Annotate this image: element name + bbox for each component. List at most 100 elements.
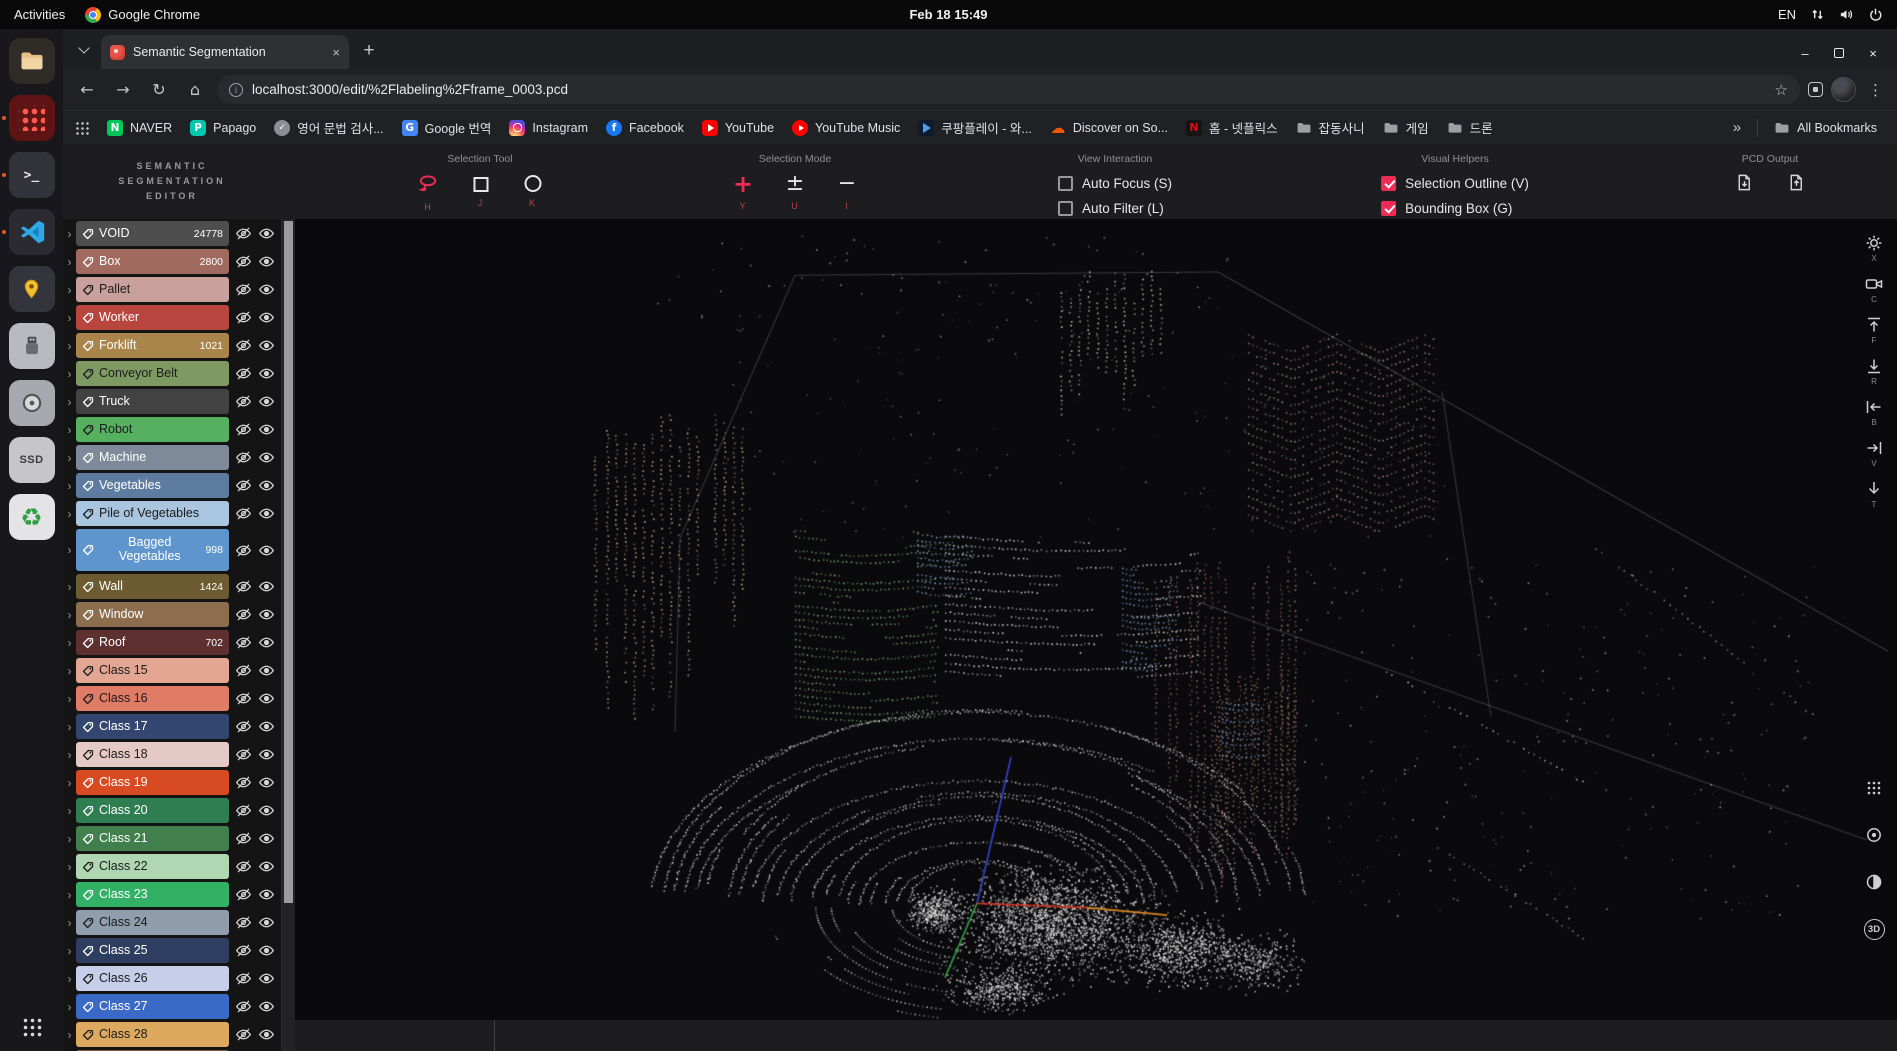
add-mode-button[interactable]: +Y [732, 173, 754, 211]
bookmark-item-13[interactable]: 게임 [1375, 115, 1437, 141]
new-tab-button[interactable]: + [355, 37, 383, 65]
bookmark-item-8[interactable]: YouTube Music [784, 115, 908, 141]
class-chip[interactable]: Forklift1021 [76, 333, 229, 358]
camera-down-button[interactable]: R [1864, 356, 1884, 394]
class-expand-arrow[interactable]: › [63, 742, 76, 767]
perspective-3d-button[interactable]: 3D [1864, 919, 1885, 957]
eye-off-icon[interactable] [235, 309, 252, 326]
eye-icon[interactable] [258, 886, 275, 903]
class-chip[interactable]: Class 16 [76, 686, 229, 711]
profile-avatar[interactable] [1831, 77, 1856, 102]
eye-off-icon[interactable] [235, 578, 252, 595]
eye-off-icon[interactable] [235, 365, 252, 382]
eye-off-icon[interactable] [235, 802, 252, 819]
bookmark-item-5[interactable]: Instagram [501, 115, 596, 141]
class-chip[interactable]: Conveyor Belt [76, 361, 229, 386]
class-expand-arrow[interactable]: › [63, 826, 76, 851]
class-chip[interactable]: Pile of Vegetables [76, 501, 229, 526]
eye-icon[interactable] [258, 421, 275, 438]
class-chip[interactable]: Class 24 [76, 910, 229, 935]
bookmark-item-4[interactable]: GGoogle 번역 [394, 115, 500, 141]
extensions-icon[interactable] [1808, 82, 1823, 97]
eye-off-icon[interactable] [235, 858, 252, 875]
dock-item-terminal[interactable]: >_ [9, 152, 55, 198]
tab-close-icon[interactable]: × [332, 45, 340, 60]
class-expand-arrow[interactable]: › [63, 1022, 76, 1047]
volume-icon[interactable] [1839, 7, 1854, 22]
eye-icon[interactable] [258, 225, 275, 242]
eye-icon[interactable] [258, 606, 275, 623]
eye-off-icon[interactable] [235, 746, 252, 763]
bookmark-item-10[interactable]: ☁Discover on So... [1042, 115, 1176, 141]
power-icon[interactable] [1868, 7, 1883, 22]
class-expand-arrow[interactable]: › [63, 361, 76, 386]
class-chip[interactable]: Wall1424 [76, 574, 229, 599]
class-expand-arrow[interactable]: › [63, 658, 76, 683]
class-expand-arrow[interactable]: › [63, 574, 76, 599]
show-applications-button[interactable] [22, 1017, 42, 1037]
focus-center-button[interactable] [1864, 825, 1884, 863]
class-chip[interactable]: Class 26 [76, 966, 229, 991]
eye-icon[interactable] [258, 718, 275, 735]
eye-off-icon[interactable] [235, 421, 252, 438]
activities-button[interactable]: Activities [14, 7, 65, 22]
browser-menu-icon[interactable]: ⋮ [1864, 81, 1887, 99]
class-chip[interactable]: Window [76, 602, 229, 627]
eye-icon[interactable] [258, 578, 275, 595]
forward-button[interactable]: → [109, 76, 137, 104]
eye-icon[interactable] [258, 998, 275, 1015]
bookmark-item-7[interactable]: YouTube [694, 115, 782, 141]
class-expand-arrow[interactable]: › [63, 882, 76, 907]
class-chip[interactable]: Robot [76, 417, 229, 442]
site-info-icon[interactable]: i [229, 83, 243, 97]
class-expand-arrow[interactable]: › [63, 910, 76, 935]
eye-off-icon[interactable] [235, 542, 252, 559]
class-chip[interactable]: Class 15 [76, 658, 229, 683]
class-chip[interactable]: Worker [76, 305, 229, 330]
eye-off-icon[interactable] [235, 718, 252, 735]
visual-helpers-checkbox-2[interactable]: Bounding Box (G) [1381, 198, 1512, 218]
clock[interactable]: Feb 18 15:49 [909, 7, 987, 22]
bookmark-item-14[interactable]: 드론 [1439, 115, 1501, 141]
camera-bottom-button[interactable]: T [1864, 479, 1884, 517]
class-expand-arrow[interactable]: › [63, 389, 76, 414]
class-expand-arrow[interactable]: › [63, 966, 76, 991]
view-interaction-checkbox-1[interactable]: Auto Focus (S) [1058, 173, 1172, 193]
class-chip[interactable]: Class 23 [76, 882, 229, 907]
eye-icon[interactable] [258, 281, 275, 298]
eye-off-icon[interactable] [235, 1026, 252, 1043]
eye-off-icon[interactable] [235, 393, 252, 410]
eye-off-icon[interactable] [235, 970, 252, 987]
class-chip[interactable]: Vegetables [76, 473, 229, 498]
class-expand-arrow[interactable]: › [63, 630, 76, 655]
bookmarks-overflow-chevron[interactable]: » [1725, 119, 1749, 136]
eye-icon[interactable] [258, 858, 275, 875]
eye-off-icon[interactable] [235, 774, 252, 791]
eye-icon[interactable] [258, 970, 275, 987]
lasso-tool-button[interactable]: H [417, 173, 440, 212]
apps-grid-icon[interactable] [75, 121, 89, 135]
eye-off-icon[interactable] [235, 886, 252, 903]
class-chip[interactable]: VOID24778 [76, 221, 229, 246]
eye-off-icon[interactable] [235, 337, 252, 354]
eye-icon[interactable] [258, 253, 275, 270]
browser-tab[interactable]: Semantic Segmentation × [101, 35, 349, 69]
eye-icon[interactable] [258, 309, 275, 326]
class-expand-arrow[interactable]: › [63, 602, 76, 627]
point-cloud-canvas[interactable] [295, 219, 1897, 1020]
class-expand-arrow[interactable]: › [63, 798, 76, 823]
eye-off-icon[interactable] [235, 690, 252, 707]
camera-up-button[interactable]: F [1864, 315, 1884, 353]
dock-item-recycle[interactable]: ♻ [9, 494, 55, 540]
class-expand-arrow[interactable]: › [63, 854, 76, 879]
circle-tool-button[interactable]: K [522, 173, 544, 208]
class-expand-arrow[interactable]: › [63, 529, 76, 571]
eye-icon[interactable] [258, 542, 275, 559]
toggle-mode-button[interactable]: ±U [784, 173, 806, 211]
eye-off-icon[interactable] [235, 281, 252, 298]
class-chip[interactable]: Class 17 [76, 714, 229, 739]
class-chip[interactable]: Class 25 [76, 938, 229, 963]
dock-item-office-red[interactable] [9, 95, 55, 141]
rectangle-tool-button[interactable]: J [470, 173, 492, 208]
class-chip[interactable]: Class 21 [76, 826, 229, 851]
